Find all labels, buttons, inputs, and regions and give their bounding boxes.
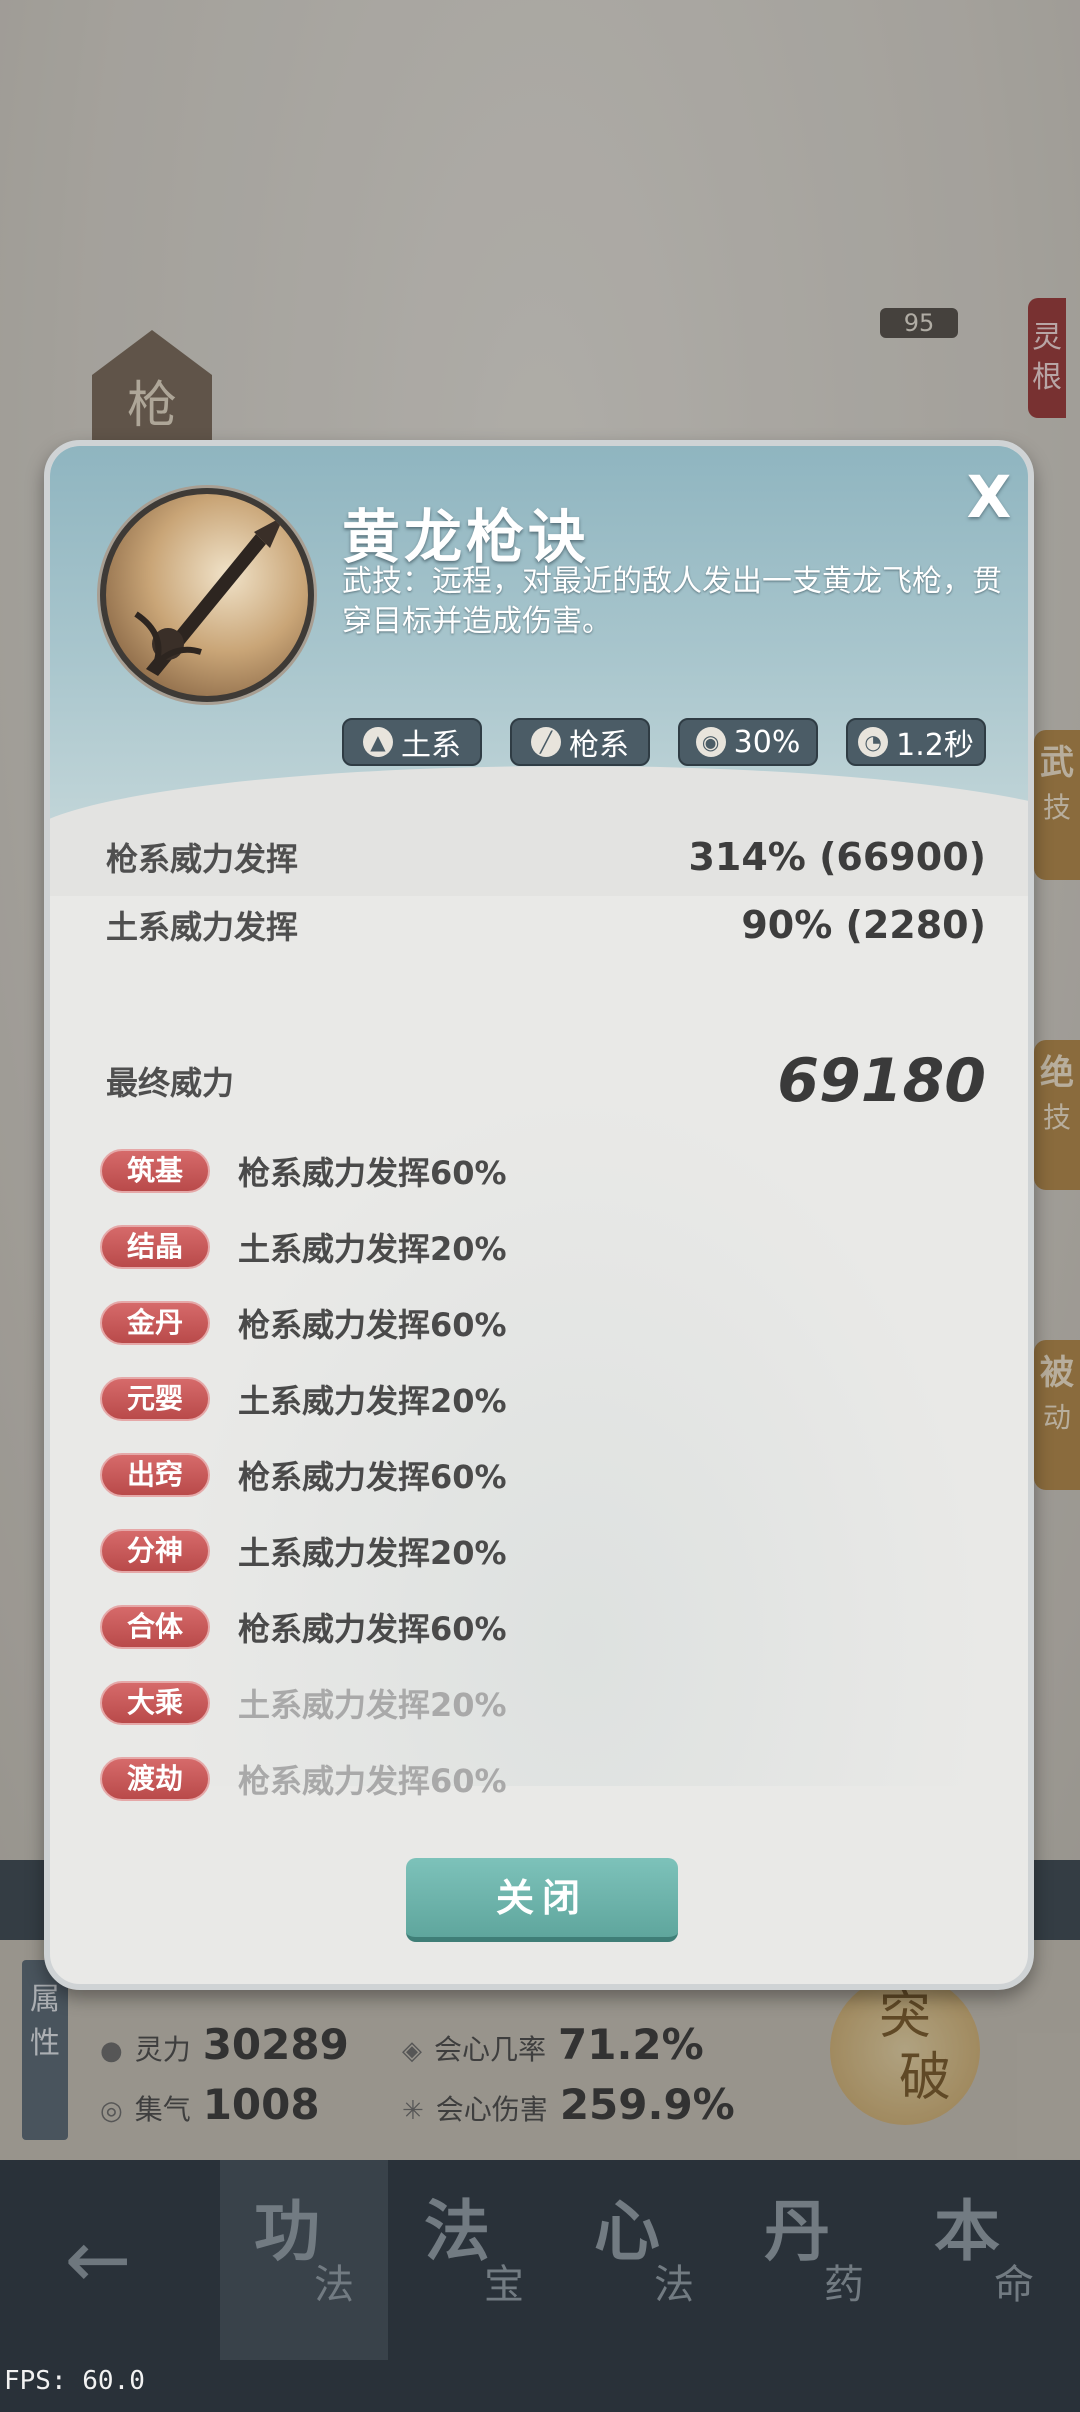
realm-badge: 结晶 bbox=[100, 1225, 210, 1269]
realm-bonus: 枪系威力发挥60% bbox=[238, 1306, 507, 1344]
realm-row-locked: 渡劫 枪系威力发挥60% bbox=[100, 1754, 507, 1804]
realm-bonus: 土系威力发挥20% bbox=[238, 1686, 507, 1724]
power-value: 90% (2280) bbox=[741, 903, 986, 947]
realm-bonus: 土系威力发挥20% bbox=[238, 1230, 507, 1268]
realm-bonus: 土系威力发挥20% bbox=[238, 1382, 507, 1420]
spear-icon: ╱ bbox=[531, 727, 561, 757]
realm-badge: 出窍 bbox=[100, 1453, 210, 1497]
close-icon[interactable]: X bbox=[954, 462, 1024, 532]
tag-cooldown: ◔ 1.2秒 bbox=[846, 718, 986, 766]
power-row-earth: 土系威力发挥 90% (2280) bbox=[106, 902, 986, 948]
realm-bonus: 枪系威力发挥60% bbox=[238, 1610, 507, 1648]
realm-badge: 元婴 bbox=[100, 1377, 210, 1421]
final-power-label: 最终威力 bbox=[106, 1064, 235, 1102]
realm-badge: 分神 bbox=[100, 1529, 210, 1573]
final-power-row: 最终威力 69180 bbox=[106, 1046, 986, 1116]
realm-badge: 大乘 bbox=[100, 1681, 210, 1725]
skill-detail-dialog: 黄龙枪诀 武技：远程，对最近的敌人发出一支黄龙飞枪，贯穿目标并造成伤害。 X ▲… bbox=[44, 440, 1034, 1990]
realm-bonus: 土系威力发挥20% bbox=[238, 1534, 507, 1572]
power-row-spear: 枪系威力发挥 314% (66900) bbox=[106, 834, 986, 880]
realm-row-locked: 大乘 土系威力发挥20% bbox=[100, 1678, 507, 1728]
realm-row: 元婴 土系威力发挥20% bbox=[100, 1374, 507, 1424]
skill-description: 武技：远程，对最近的敌人发出一支黄龙飞枪，贯穿目标并造成伤害。 bbox=[342, 564, 1002, 639]
realm-row: 结晶 土系威力发挥20% bbox=[100, 1222, 507, 1272]
spiral-icon: ◉ bbox=[695, 727, 726, 757]
spear-skill-icon bbox=[100, 488, 314, 702]
power-label: 土系威力发挥 bbox=[106, 908, 299, 946]
tag-label: 土系 bbox=[401, 728, 461, 763]
tag-label: 30% bbox=[733, 724, 801, 760]
realm-row: 出窍 枪系威力发挥60% bbox=[100, 1450, 507, 1500]
fps-counter: FPS: 60.0 bbox=[4, 2366, 145, 2396]
tag-earth: ▲ 土系 bbox=[342, 718, 482, 766]
power-value: 314% (66900) bbox=[688, 835, 986, 879]
earth-icon: ▲ bbox=[363, 727, 393, 757]
tag-label: 枪系 bbox=[569, 728, 629, 763]
realm-badge: 渡劫 bbox=[100, 1757, 210, 1801]
cooldown-icon: ◔ bbox=[858, 727, 889, 757]
tag-label: 1.2秒 bbox=[896, 728, 974, 763]
realm-bonus: 枪系威力发挥60% bbox=[238, 1154, 507, 1192]
realm-bonus: 枪系威力发挥60% bbox=[238, 1762, 507, 1800]
realm-row: 金丹 枪系威力发挥60% bbox=[100, 1298, 507, 1348]
close-button[interactable]: 关闭 bbox=[406, 1858, 678, 1942]
realm-bonus: 枪系威力发挥60% bbox=[238, 1458, 507, 1496]
power-label: 枪系威力发挥 bbox=[106, 840, 299, 878]
realm-row: 筑基 枪系威力发挥60% bbox=[100, 1146, 507, 1196]
final-power-value: 69180 bbox=[777, 1046, 986, 1116]
realm-row: 合体 枪系威力发挥60% bbox=[100, 1602, 507, 1652]
tag-rate: ◉ 30% bbox=[678, 718, 818, 766]
realm-badge: 合体 bbox=[100, 1605, 210, 1649]
realm-row: 分神 土系威力发挥20% bbox=[100, 1526, 507, 1576]
tag-spear: ╱ 枪系 bbox=[510, 718, 650, 766]
realm-badge: 金丹 bbox=[100, 1301, 210, 1345]
realm-badge: 筑基 bbox=[100, 1149, 210, 1193]
